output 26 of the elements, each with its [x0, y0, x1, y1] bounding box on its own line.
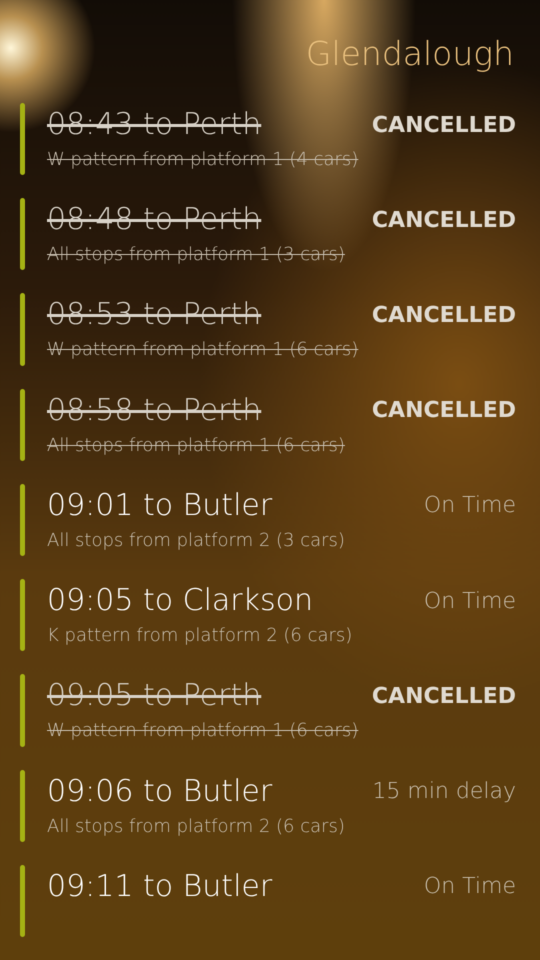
departure-detail: All stops from platform 2 (6 cars)	[47, 816, 346, 837]
departure-title[interactable]: 09:06 to Butler	[47, 770, 372, 814]
departure-detail: All stops from platform 2 (3 cars)	[47, 530, 346, 551]
departure-status: CANCELLED	[372, 398, 516, 424]
departure-status: CANCELLED	[372, 112, 516, 138]
departure-status: On Time	[424, 874, 516, 900]
departure-title[interactable]: 09:11 to Butler	[47, 864, 424, 909]
departure-detail: W pattern from platform 1 (4 cars)	[47, 149, 360, 170]
departure-title[interactable]: 09:05 to Clarkson	[47, 579, 424, 624]
departure-title[interactable]: 08:48 to Perth	[47, 198, 372, 242]
departure-title[interactable]: 09:01 to Butler	[47, 484, 424, 528]
departure-detail: K pattern from platform 2 (6 cars)	[47, 625, 354, 646]
departure-status: 15 min delay	[372, 779, 516, 804]
departure-detail: All stops from platform 1 (6 cars)	[47, 434, 346, 456]
departure-title[interactable]: 08:43 to Perth	[47, 103, 372, 147]
departure-status: On Time	[424, 588, 516, 614]
departure-title[interactable]: 08:53 to Perth	[47, 293, 372, 338]
departure-title[interactable]: 08:58 to Perth	[47, 388, 372, 433]
departure-status: CANCELLED	[372, 684, 516, 709]
departure-detail: W pattern from platform 1 (6 cars)	[47, 339, 360, 360]
departure-status: CANCELLED	[372, 302, 516, 328]
departure-title[interactable]: 09:05 to Perth	[47, 674, 372, 718]
departure-status: On Time	[424, 493, 516, 518]
departure-status: CANCELLED	[372, 208, 516, 233]
departure-detail: W pattern from platform 1 (6 cars)	[47, 720, 360, 742]
departure-detail: All stops from platform 1 (3 cars)	[47, 244, 346, 266]
